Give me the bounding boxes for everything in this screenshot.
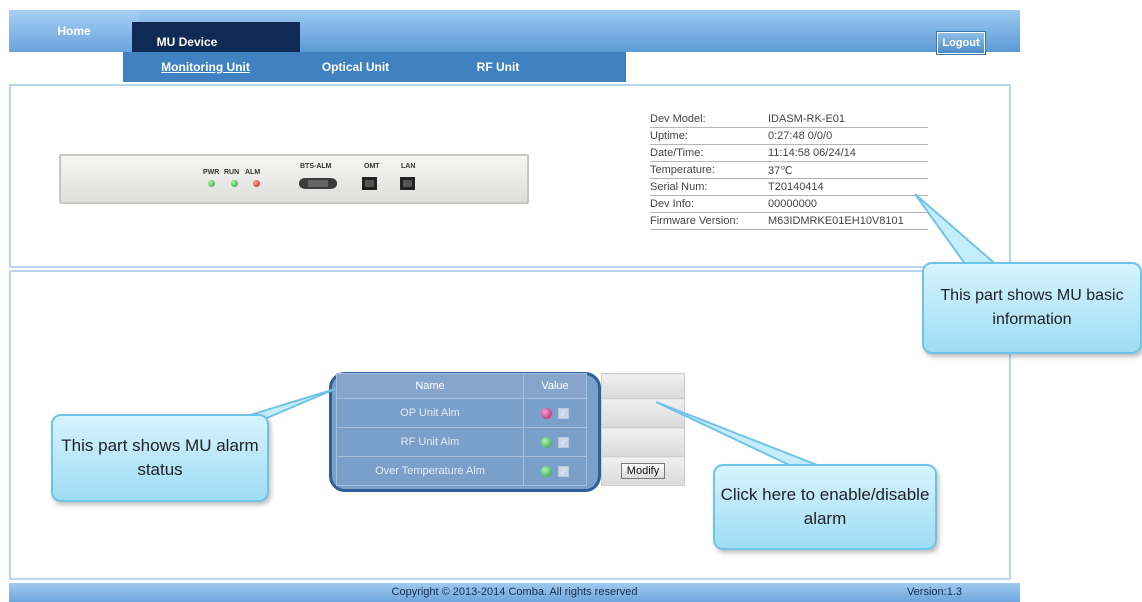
- info-row: Firmware Version: M63IDMRKE01EH10V8101: [650, 212, 928, 230]
- info-row: Date/Time: 11:14:58 06/24/14: [650, 144, 928, 162]
- footer-bar: Copyright © 2013-2014 Comba. All rights …: [9, 583, 1020, 602]
- bts-alm-port-icon: [299, 178, 337, 189]
- info-key: Dev Model:: [650, 111, 768, 128]
- info-row: Dev Info: 00000000: [650, 195, 928, 213]
- sub-nav-bar: Monitoring Unit Optical Unit RF Unit: [123, 52, 626, 82]
- alm-led-icon: [253, 180, 260, 187]
- omt-label: OMT: [364, 163, 380, 170]
- alarm-header-value: Value: [523, 373, 587, 399]
- lan-label: LAN: [401, 163, 416, 170]
- alarm-status-icon: [541, 407, 552, 419]
- subtab-rf-unit[interactable]: RF Unit: [423, 52, 573, 82]
- tab-home[interactable]: Home: [9, 10, 139, 52]
- version-text: Version:1.3: [906, 586, 962, 598]
- action-cell: [601, 427, 685, 457]
- alarm-enable-checkbox[interactable]: ✓: [558, 407, 569, 419]
- info-row: Serial Num: T20140414: [650, 178, 928, 196]
- info-row: Uptime: 0:27:48 0/0/0: [650, 127, 928, 145]
- alarm-name: RF Unit Alm: [336, 427, 524, 457]
- run-led-icon: [231, 180, 238, 187]
- info-key: Uptime:: [650, 127, 768, 145]
- info-value: 37℃: [768, 161, 928, 179]
- copyright-text: Copyright © 2013-2014 Comba. All rights …: [391, 586, 638, 598]
- alarm-status-icon: [541, 465, 552, 477]
- logout-button[interactable]: Logout: [937, 32, 985, 54]
- callout-modify-alarm: Click here to enable/disable alarm: [713, 464, 937, 550]
- info-key: Date/Time:: [650, 144, 768, 162]
- info-value: IDASM-RK-E01: [768, 111, 928, 128]
- info-value: 11:14:58 06/24/14: [768, 144, 928, 162]
- device-info-table: Dev Model: IDASM-RK-E01 Uptime: 0:27:48 0/…: [650, 111, 928, 230]
- callout-alarm-status: This part shows MU alarm status: [51, 414, 269, 502]
- info-row: Dev Model: IDASM-RK-E01: [650, 111, 928, 128]
- info-key: Temperature:: [650, 161, 768, 179]
- subtab-optical-unit[interactable]: Optical Unit: [293, 52, 418, 82]
- alarm-value: ✓: [523, 427, 587, 457]
- alarm-value: ✓: [523, 398, 587, 428]
- alm-label: ALM: [245, 169, 261, 176]
- top-nav-bar: Home MU Device Logout: [9, 10, 1020, 62]
- info-value: 00000000: [768, 195, 928, 213]
- info-key: Serial Num:: [650, 178, 768, 196]
- action-cell: Modify: [601, 456, 685, 486]
- info-value: 0:27:48 0/0/0: [768, 127, 928, 145]
- action-cell: [601, 398, 685, 428]
- alarm-enable-checkbox[interactable]: ✓: [558, 436, 569, 448]
- pwr-led-icon: [208, 180, 215, 187]
- alarm-name: OP Unit Alm: [336, 398, 524, 428]
- info-key: Firmware Version:: [650, 212, 768, 230]
- alarm-table: Name Value OP Unit Alm ✓ RF Unit Alm ✓ O…: [336, 373, 587, 486]
- device-front-panel: PWR RUN ALM BTS-ALM OMT LAN: [59, 154, 529, 204]
- omt-port-icon: [362, 177, 377, 190]
- bts-alm-label: BTS-ALM: [300, 163, 332, 170]
- alarm-row: OP Unit Alm ✓: [336, 398, 587, 428]
- info-key: Dev Info:: [650, 195, 768, 213]
- pwr-label: PWR: [203, 169, 220, 176]
- alarm-status-icon: [541, 436, 552, 448]
- modify-button[interactable]: Modify: [620, 463, 666, 479]
- info-value: M63IDMRKE01EH10V8101: [768, 212, 928, 230]
- run-label: RUN: [224, 169, 240, 176]
- alarm-row: RF Unit Alm ✓: [336, 427, 587, 457]
- subtab-monitoring-unit[interactable]: Monitoring Unit: [123, 52, 288, 82]
- callout-basic-info: This part shows MU basic information: [922, 262, 1142, 354]
- alarm-value: ✓: [523, 456, 587, 486]
- device-info-panel: PWR RUN ALM BTS-ALM OMT LAN Dev Model: ID…: [9, 84, 1011, 268]
- info-value: T20140414: [768, 178, 928, 196]
- action-cell: [601, 373, 685, 399]
- alarm-header-name: Name: [336, 373, 524, 399]
- alarm-name: Over Temperature Alm: [336, 456, 524, 486]
- alarm-row: Over Temperature Alm ✓: [336, 456, 587, 486]
- lan-port-icon: [400, 177, 415, 190]
- alarm-enable-checkbox[interactable]: ✓: [558, 465, 569, 477]
- alarm-action-column: Modify: [601, 373, 685, 486]
- info-row: Temperature: 37℃: [650, 161, 928, 179]
